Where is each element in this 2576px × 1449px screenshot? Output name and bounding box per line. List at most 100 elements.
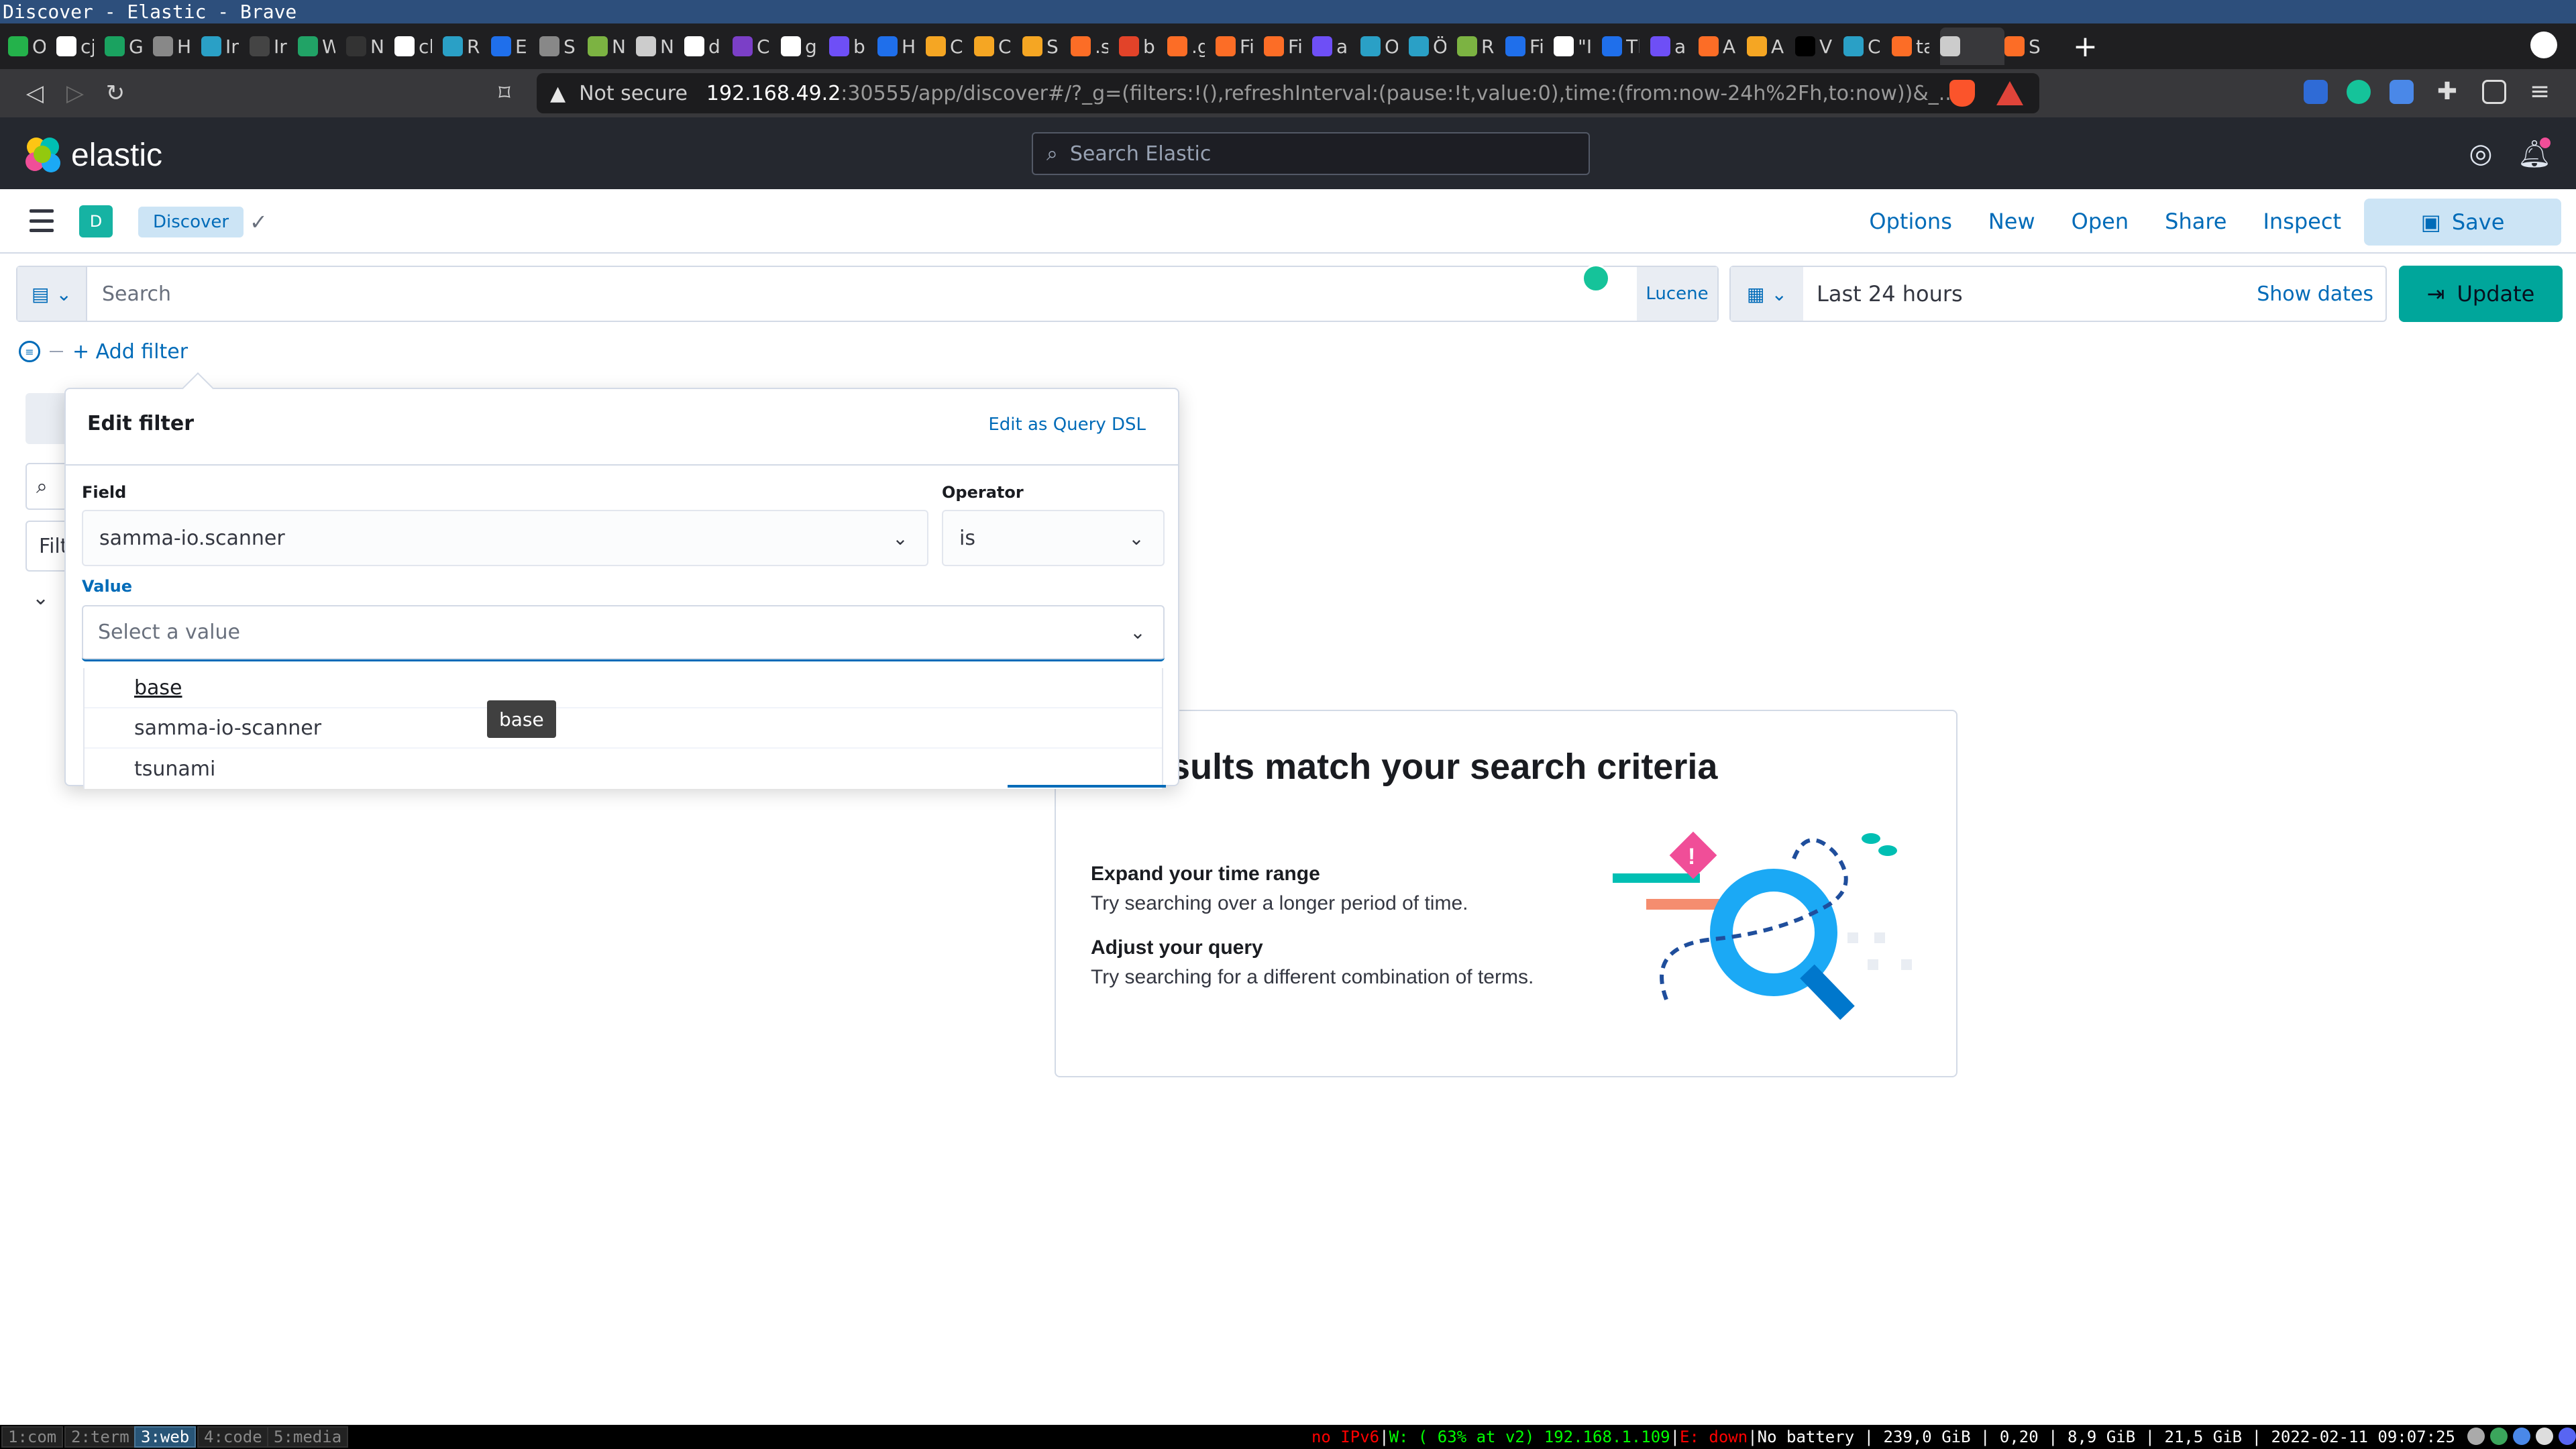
browser-tab[interactable]: H	[877, 28, 926, 65]
filter-options-icon[interactable]: ≡	[19, 341, 40, 362]
update-button[interactable]: ⇥ Update	[2399, 266, 2563, 322]
option-tsunami[interactable]: tsunami	[85, 749, 1162, 789]
browser-tab[interactable]: b	[1119, 28, 1167, 65]
value-combobox[interactable]: Select a value ⌄	[82, 605, 1165, 661]
browser-tab[interactable]: ta	[1892, 28, 1940, 65]
browser-tab[interactable]: N	[588, 28, 636, 65]
discord-tray-icon[interactable]	[2559, 1428, 2576, 1445]
browser-tab[interactable]: Fi	[1505, 28, 1554, 65]
browser-tab[interactable]: C	[974, 28, 1022, 65]
brave-shields-icon[interactable]	[1949, 80, 1975, 107]
browser-tab[interactable]: Fi	[1264, 28, 1312, 65]
browser-tab[interactable]: a	[1312, 28, 1360, 65]
warning-icon[interactable]: ▲	[550, 82, 566, 105]
tray-icon[interactable]	[2513, 1428, 2530, 1445]
space-avatar[interactable]: D	[79, 205, 113, 237]
workspace-2[interactable]: 2:term	[64, 1426, 136, 1448]
browser-tab[interactable]: V	[1795, 28, 1843, 65]
open-link[interactable]: Open	[2072, 209, 2129, 234]
date-range-label[interactable]: Last 24 hours	[1817, 267, 1963, 321]
browser-tab[interactable]	[1940, 28, 2004, 65]
show-dates-button[interactable]: Show dates	[2257, 267, 2373, 321]
new-link[interactable]: New	[1988, 209, 2035, 234]
bookmark-icon[interactable]: ⌑	[486, 74, 523, 112]
browser-tab[interactable]: In	[201, 28, 250, 65]
breadcrumb-discover[interactable]: Discover	[138, 207, 244, 237]
security-label[interactable]: Not secure	[579, 82, 688, 105]
browser-tab[interactable]: N	[346, 28, 394, 65]
sidebar-chevron-down-icon[interactable]: ⌄	[32, 586, 49, 610]
browser-tab[interactable]: Ö	[1409, 28, 1457, 65]
option-base[interactable]: base	[85, 668, 1162, 708]
save-button[interactable]: ▣ Save	[2364, 199, 2561, 246]
tab-search-button[interactable]	[2530, 32, 2557, 58]
reload-icon[interactable]: ↻	[97, 74, 134, 112]
grammarly-badge-icon[interactable]	[1582, 264, 1610, 292]
menu-icon[interactable]: ≡	[2528, 80, 2552, 104]
translate-icon[interactable]	[2390, 80, 2414, 104]
browser-tab[interactable]: R	[443, 28, 491, 65]
workspace-5[interactable]: 5:media	[267, 1426, 349, 1448]
newsfeed-icon[interactable]: 🔔︎	[2518, 138, 2551, 170]
options-link[interactable]: Options	[1869, 209, 1951, 234]
browser-tab[interactable]: A	[1699, 28, 1747, 65]
url-field[interactable]: ▲ Not secure 192.168.49.2 :30555/app/dis…	[537, 73, 2039, 113]
browser-tab[interactable]: Fi	[1216, 28, 1264, 65]
tray-icon[interactable]	[2490, 1428, 2508, 1445]
grammarly-icon[interactable]	[2347, 80, 2371, 104]
query-input[interactable]: Search	[87, 267, 1654, 321]
hamburger-menu-icon[interactable]	[30, 209, 54, 232]
wifi-tray-icon[interactable]	[2467, 1428, 2485, 1445]
workspace-3[interactable]: 3:web	[134, 1426, 197, 1448]
browser-tab[interactable]: W	[298, 28, 346, 65]
browser-tab[interactable]: S	[1022, 28, 1071, 65]
browser-tab[interactable]: d	[684, 28, 733, 65]
browser-tab[interactable]: O	[8, 28, 56, 65]
extension-icon[interactable]	[2304, 80, 2328, 104]
workspace-4[interactable]: 4:code	[197, 1426, 269, 1448]
saved-query-button[interactable]: ▤ ⌄	[17, 267, 87, 321]
browser-tab[interactable]: G	[105, 28, 153, 65]
field-select[interactable]: samma-io.scanner ⌄	[82, 510, 928, 566]
wallet-icon[interactable]	[2482, 80, 2506, 104]
browser-tab[interactable]: g	[781, 28, 829, 65]
brave-rewards-icon[interactable]	[1996, 81, 2023, 105]
browser-tab[interactable]: S	[2004, 28, 2053, 65]
workspace-1[interactable]: 1:com	[1, 1426, 64, 1448]
browser-tab[interactable]: C	[733, 28, 781, 65]
browser-tab[interactable]: N	[636, 28, 684, 65]
browser-tab[interactable]: cj	[56, 28, 105, 65]
browser-tab[interactable]: .s	[1071, 28, 1119, 65]
forward-icon[interactable]: ▷	[56, 74, 94, 112]
operator-select[interactable]: is ⌄	[942, 510, 1165, 566]
browser-tab[interactable]: a	[1650, 28, 1699, 65]
browser-tab[interactable]: R	[1457, 28, 1505, 65]
browser-tab[interactable]: .g	[1167, 28, 1216, 65]
edit-as-query-dsl-link[interactable]: Edit as Query DSL	[988, 415, 1146, 435]
back-icon[interactable]: ◁	[16, 74, 54, 112]
quick-menu-button[interactable]: ▦ ⌄	[1731, 267, 1803, 321]
browser-tab[interactable]: "I	[1554, 28, 1602, 65]
browser-tab[interactable]: Tl	[1602, 28, 1650, 65]
help-icon[interactable]: ◎	[2465, 138, 2497, 170]
browser-tab[interactable]: H	[153, 28, 201, 65]
query-language-toggle[interactable]: Lucene	[1637, 267, 1717, 321]
browser-tab[interactable]: Ir	[250, 28, 298, 65]
browser-tab[interactable]: cl	[394, 28, 443, 65]
new-tab-button[interactable]: +	[2073, 30, 2098, 64]
puzzle-icon[interactable]: ✚	[2435, 80, 2459, 104]
browser-tab[interactable]: E	[491, 28, 539, 65]
option-samma-io-scanner[interactable]: samma-io-scanner	[85, 708, 1162, 749]
global-search-input[interactable]: ⌕ Search Elastic	[1032, 132, 1590, 175]
inspect-link[interactable]: Inspect	[2263, 209, 2341, 234]
browser-tab[interactable]: S	[539, 28, 588, 65]
browser-tab[interactable]: C	[1843, 28, 1892, 65]
browser-tab[interactable]: O	[1360, 28, 1409, 65]
browser-tab[interactable]: C	[926, 28, 974, 65]
browser-tab[interactable]: b	[829, 28, 877, 65]
elastic-logo[interactable]: elastic	[24, 136, 162, 174]
share-link[interactable]: Share	[2165, 209, 2226, 234]
add-filter-button[interactable]: + Add filter	[72, 340, 188, 364]
browser-tab[interactable]: A	[1747, 28, 1795, 65]
tray-icon[interactable]	[2536, 1428, 2553, 1445]
